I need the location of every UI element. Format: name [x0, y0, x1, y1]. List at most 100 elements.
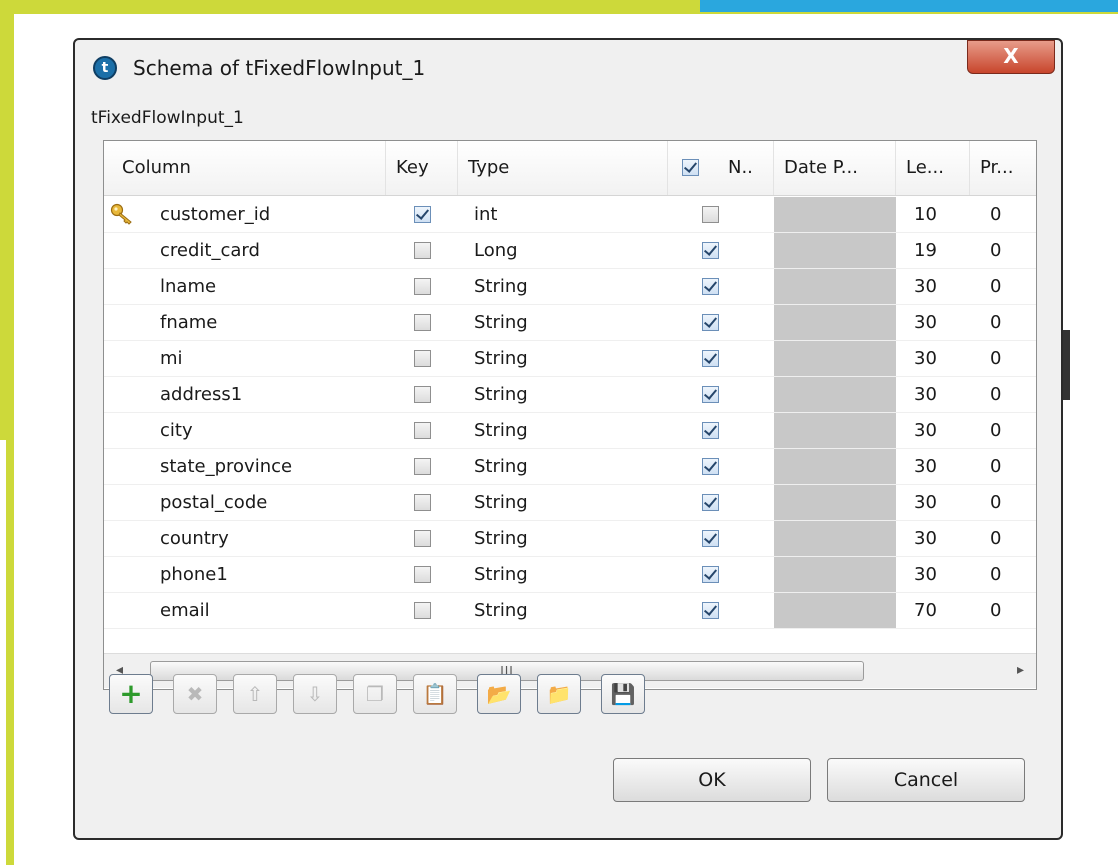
scroll-right-icon[interactable]: ▸: [1017, 662, 1024, 678]
column-name-cell[interactable]: city: [160, 413, 193, 449]
nullable-checkbox[interactable]: [702, 206, 719, 223]
nullable-checkbox[interactable]: [702, 278, 719, 295]
cancel-button[interactable]: Cancel: [827, 758, 1025, 802]
table-row[interactable]: lname String 30 0: [104, 269, 1036, 305]
key-checkbox[interactable]: [414, 602, 431, 619]
length-cell[interactable]: 30: [914, 341, 937, 377]
import-button[interactable]: 📂: [477, 674, 521, 714]
move-down-button[interactable]: ⇩: [293, 674, 337, 714]
key-checkbox[interactable]: [414, 494, 431, 511]
table-row[interactable]: mi String 30 0: [104, 341, 1036, 377]
precision-cell[interactable]: 0: [990, 233, 1001, 269]
precision-cell[interactable]: 0: [990, 197, 1001, 233]
length-cell[interactable]: 30: [914, 521, 937, 557]
type-cell[interactable]: String: [474, 413, 528, 449]
type-cell[interactable]: String: [474, 305, 528, 341]
precision-cell[interactable]: 0: [990, 305, 1001, 341]
table-row[interactable]: fname String 30 0: [104, 305, 1036, 341]
add-button[interactable]: +: [109, 674, 153, 714]
type-cell[interactable]: String: [474, 449, 528, 485]
column-name-cell[interactable]: state_province: [160, 449, 292, 485]
key-checkbox[interactable]: [414, 422, 431, 439]
key-checkbox[interactable]: [414, 314, 431, 331]
date-pattern-cell[interactable]: [774, 557, 896, 593]
nullable-checkbox[interactable]: [702, 386, 719, 403]
date-pattern-cell[interactable]: [774, 233, 896, 269]
key-checkbox[interactable]: [414, 350, 431, 367]
column-header-key[interactable]: Key: [386, 141, 458, 195]
date-pattern-cell[interactable]: [774, 269, 896, 305]
column-name-cell[interactable]: fname: [160, 305, 217, 341]
length-cell[interactable]: 30: [914, 269, 937, 305]
column-name-cell[interactable]: lname: [160, 269, 216, 305]
column-name-cell[interactable]: mi: [160, 341, 183, 377]
key-checkbox[interactable]: [414, 458, 431, 475]
nullable-checkbox[interactable]: [702, 602, 719, 619]
column-name-cell[interactable]: credit_card: [160, 233, 260, 269]
column-name-cell[interactable]: phone1: [160, 557, 228, 593]
date-pattern-cell[interactable]: [774, 341, 896, 377]
nullable-checkbox[interactable]: [702, 458, 719, 475]
nullable-checkbox[interactable]: [702, 494, 719, 511]
date-pattern-cell[interactable]: [774, 485, 896, 521]
precision-cell[interactable]: 0: [990, 269, 1001, 305]
type-cell[interactable]: String: [474, 377, 528, 413]
column-name-cell[interactable]: postal_code: [160, 485, 267, 521]
table-row[interactable]: country String 30 0: [104, 521, 1036, 557]
precision-cell[interactable]: 0: [990, 377, 1001, 413]
date-pattern-cell[interactable]: [774, 197, 896, 233]
table-row[interactable]: credit_card Long 19 0: [104, 233, 1036, 269]
delete-button[interactable]: ✖: [173, 674, 217, 714]
date-pattern-cell[interactable]: [774, 449, 896, 485]
nullable-checkbox[interactable]: [702, 314, 719, 331]
length-cell[interactable]: 70: [914, 593, 937, 629]
key-checkbox[interactable]: [414, 530, 431, 547]
column-header-nullable[interactable]: N..: [668, 141, 774, 195]
table-row[interactable]: city String 30 0: [104, 413, 1036, 449]
nullable-checkbox[interactable]: [702, 530, 719, 547]
export-button[interactable]: 📁: [537, 674, 581, 714]
close-button[interactable]: X: [967, 40, 1055, 74]
precision-cell[interactable]: 0: [990, 521, 1001, 557]
length-cell[interactable]: 30: [914, 377, 937, 413]
length-cell[interactable]: 30: [914, 305, 937, 341]
paste-button[interactable]: 📋: [413, 674, 457, 714]
move-up-button[interactable]: ⇧: [233, 674, 277, 714]
table-row[interactable]: phone1 String 30 0: [104, 557, 1036, 593]
key-checkbox[interactable]: [414, 206, 431, 223]
ok-button[interactable]: OK: [613, 758, 811, 802]
nullable-checkbox[interactable]: [702, 422, 719, 439]
length-cell[interactable]: 10: [914, 197, 937, 233]
copy-button[interactable]: ❐: [353, 674, 397, 714]
precision-cell[interactable]: 0: [990, 449, 1001, 485]
type-cell[interactable]: String: [474, 269, 528, 305]
column-header-precision[interactable]: Pr...: [970, 141, 1036, 195]
type-cell[interactable]: Long: [474, 233, 518, 269]
precision-cell[interactable]: 0: [990, 593, 1001, 629]
length-cell[interactable]: 30: [914, 413, 937, 449]
column-name-cell[interactable]: email: [160, 593, 210, 629]
length-cell[interactable]: 19: [914, 233, 937, 269]
table-row[interactable]: address1 String 30 0: [104, 377, 1036, 413]
nullable-checkbox[interactable]: [702, 566, 719, 583]
type-cell[interactable]: String: [474, 521, 528, 557]
key-checkbox[interactable]: [414, 278, 431, 295]
nullable-checkbox[interactable]: [702, 242, 719, 259]
precision-cell[interactable]: 0: [990, 485, 1001, 521]
key-checkbox[interactable]: [414, 386, 431, 403]
date-pattern-cell[interactable]: [774, 521, 896, 557]
table-row[interactable]: email String 70 0: [104, 593, 1036, 629]
precision-cell[interactable]: 0: [990, 341, 1001, 377]
column-header-type[interactable]: Type: [458, 141, 668, 195]
column-name-cell[interactable]: country: [160, 521, 229, 557]
key-checkbox[interactable]: [414, 242, 431, 259]
precision-cell[interactable]: 0: [990, 557, 1001, 593]
length-cell[interactable]: 30: [914, 485, 937, 521]
save-button[interactable]: 💾: [601, 674, 645, 714]
date-pattern-cell[interactable]: [774, 413, 896, 449]
header-nullable-checkbox[interactable]: [682, 159, 699, 176]
date-pattern-cell[interactable]: [774, 593, 896, 629]
date-pattern-cell[interactable]: [774, 305, 896, 341]
type-cell[interactable]: String: [474, 593, 528, 629]
length-cell[interactable]: 30: [914, 449, 937, 485]
